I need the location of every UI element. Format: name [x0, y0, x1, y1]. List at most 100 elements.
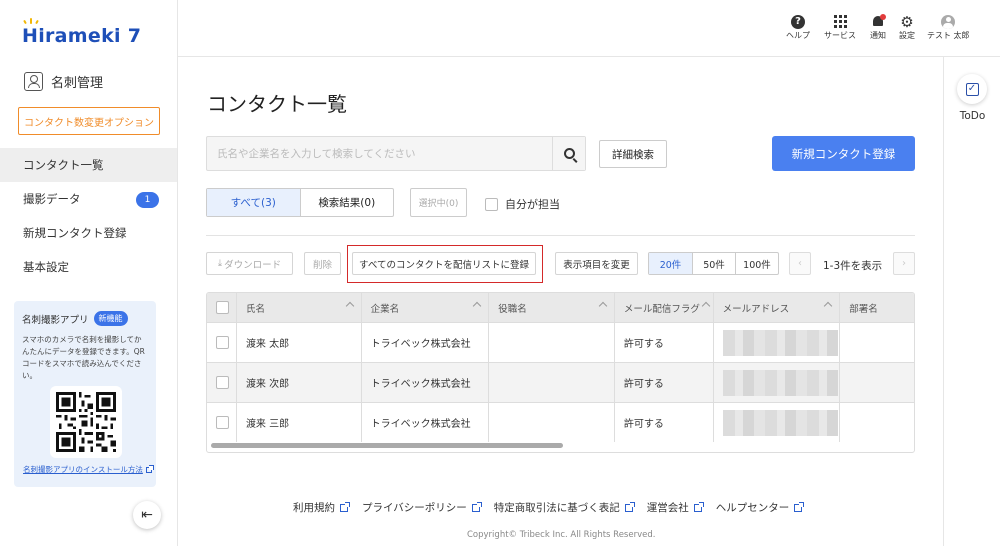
footer-link-terms[interactable]: 利用規約 [293, 500, 350, 515]
help-button[interactable]: ? ヘルプ [786, 13, 810, 41]
footer-link-company[interactable]: 運営会社 [647, 500, 704, 515]
tab-search-results[interactable]: 検索結果(0) [299, 189, 394, 216]
column-header-email[interactable]: メールアドレス [714, 293, 841, 322]
sidebar-item-label: 撮影データ [23, 192, 81, 206]
mail-flag-cell: 許可する [615, 403, 714, 442]
footer-link-commerce-law[interactable]: 特定商取引法に基づく表記 [494, 500, 635, 515]
column-header-name[interactable]: 氏名 [237, 293, 362, 322]
company-cell: トライベック株式会社 [362, 363, 490, 402]
mine-checkbox[interactable] [485, 197, 498, 211]
todo-button[interactable]: ✓ [957, 74, 987, 104]
page-size-50[interactable]: 50件 [692, 253, 735, 274]
sidebar-item-label: 基本設定 [23, 260, 69, 274]
sort-icon [823, 301, 833, 311]
column-header-mail-flag[interactable]: メール配信フラグ [615, 293, 714, 322]
mine-filter[interactable]: 自分が担当 [485, 196, 560, 212]
column-header-department[interactable]: 部署名 [840, 293, 914, 322]
column-header-title[interactable]: 役職名 [489, 293, 615, 322]
external-link-icon [340, 501, 350, 512]
search-input[interactable] [207, 137, 552, 170]
next-page-button[interactable]: › [893, 252, 915, 275]
department-cell [840, 323, 914, 362]
table-row[interactable]: 渡来 次郎 トライベック株式会社 許可する [207, 362, 914, 402]
sidebar-item-contact-list[interactable]: コンタクト一覧 [0, 148, 177, 182]
register-all-to-list-button[interactable]: すべてのコンタクトを配信リストに登録 [352, 252, 536, 275]
select-all-checkbox[interactable] [216, 301, 229, 314]
new-contact-button[interactable]: 新規コンタクト登録 [772, 136, 915, 171]
sidebar-nav: コンタクト一覧 撮影データ 1 新規コンタクト登録 基本設定 [0, 148, 177, 284]
table-header: 氏名 企業名 役職名 メール配信フラグ メールアドレス 部署名 [207, 293, 914, 322]
top-bar: ? ヘルプ サービス 通知 ⚙ 設定 テスト 太郎 [178, 0, 1000, 57]
user-name: テスト 太郎 [927, 31, 970, 40]
email-cell [714, 323, 841, 362]
business-card-icon [24, 72, 43, 91]
column-label: 役職名 [498, 303, 527, 315]
new-feature-badge: 新機能 [93, 311, 128, 326]
user-menu-button[interactable]: テスト 太郎 [927, 13, 970, 41]
table-row[interactable]: 渡来 太郎 トライベック株式会社 許可する [207, 322, 914, 362]
footer-link-privacy[interactable]: プライバシーポリシー [362, 500, 482, 515]
sidebar-item-label: 新規コンタクト登録 [23, 226, 127, 240]
external-link-icon [693, 501, 704, 512]
collapse-sidebar-button[interactable]: ⇤ [133, 501, 161, 529]
table-row[interactable]: 渡来 三郎 トライベック株式会社 許可する [207, 402, 914, 442]
sidebar-item-new-contact[interactable]: 新規コンタクト登録 [0, 216, 177, 250]
column-label: 企業名 [370, 303, 400, 315]
section-title: 名刺管理 [51, 76, 104, 91]
title-cell [489, 323, 615, 362]
app-promo-card: 名刺撮影アプリ 新機能 スマホのカメラで名刺を撮影してかんたんにデータを登録でき… [14, 301, 156, 487]
footer-link-label: 利用規約 [293, 502, 335, 514]
sidebar-item-label: コンタクト一覧 [23, 158, 104, 172]
install-guide-link-text: 名刺撮影アプリのインストール方法 [23, 465, 143, 474]
name-cell: 渡来 三郎 [237, 403, 362, 442]
advanced-search-button[interactable]: 詳細検索 [599, 140, 667, 168]
tab-all[interactable]: すべて(3) [207, 189, 300, 216]
help-label: ヘルプ [786, 31, 810, 40]
prev-page-button[interactable]: ‹ [789, 252, 811, 275]
sidebar-item-scan-data[interactable]: 撮影データ 1 [0, 182, 177, 216]
settings-button[interactable]: ⚙ 設定 [899, 13, 915, 41]
download-button[interactable]: ⤓ ダウンロード [206, 252, 293, 275]
selected-count-button[interactable]: 選択中(0) [410, 188, 467, 217]
page-size-20[interactable]: 20件 [649, 253, 692, 274]
business-card-section: 名刺管理 [24, 72, 103, 91]
notifications-button[interactable]: 通知 [870, 13, 886, 41]
column-label: メールアドレス [722, 303, 790, 315]
download-label: ダウンロード [224, 259, 282, 271]
todo-label: ToDo [959, 110, 986, 122]
row-checkbox[interactable] [216, 336, 229, 349]
delete-button[interactable]: 削除 [304, 252, 341, 275]
sidebar-item-settings[interactable]: 基本設定 [0, 250, 177, 284]
external-link-icon [145, 464, 154, 473]
search-icon [563, 148, 575, 159]
column-header-company[interactable]: 企業名 [362, 293, 490, 322]
avatar-icon [941, 14, 956, 29]
email-cell [714, 363, 841, 402]
external-link-icon [794, 501, 805, 512]
chevron-right-icon: › [902, 258, 906, 269]
email-cell [714, 403, 841, 442]
title-cell [489, 363, 615, 402]
search-button[interactable] [552, 137, 585, 170]
divider [206, 235, 915, 236]
sidebar: Hirameki 7 名刺管理 コンタクト数変更オプション コンタクト一覧 撮影… [0, 0, 178, 546]
horizontal-scrollbar[interactable] [211, 443, 563, 448]
logo-sparkle-icon [23, 16, 39, 25]
promo-description: スマホのカメラで名刺を撮影してかんたんにデータを登録できます。QRコードをスマホ… [22, 335, 145, 380]
hirameki-logo[interactable]: Hirameki 7 [22, 18, 141, 50]
qr-code [50, 386, 122, 458]
services-button[interactable]: サービス [824, 13, 856, 41]
contact-option-button[interactable]: コンタクト数変更オプション [18, 107, 160, 135]
footer-link-label: ヘルプセンター [715, 502, 790, 514]
change-columns-button[interactable]: 表示項目を変更 [555, 252, 638, 275]
footer-link-help-center[interactable]: ヘルプセンター [715, 500, 805, 515]
sort-icon [472, 301, 482, 311]
row-checkbox[interactable] [216, 416, 229, 429]
checkbox-icon: ✓ [965, 82, 979, 96]
column-label: 氏名 [245, 303, 265, 315]
install-guide-link[interactable]: 名刺撮影アプリのインストール方法 [23, 464, 154, 475]
grid-icon [833, 15, 847, 28]
count-badge: 1 [136, 192, 159, 208]
page-size-100[interactable]: 100件 [735, 253, 778, 274]
row-checkbox[interactable] [216, 376, 229, 389]
